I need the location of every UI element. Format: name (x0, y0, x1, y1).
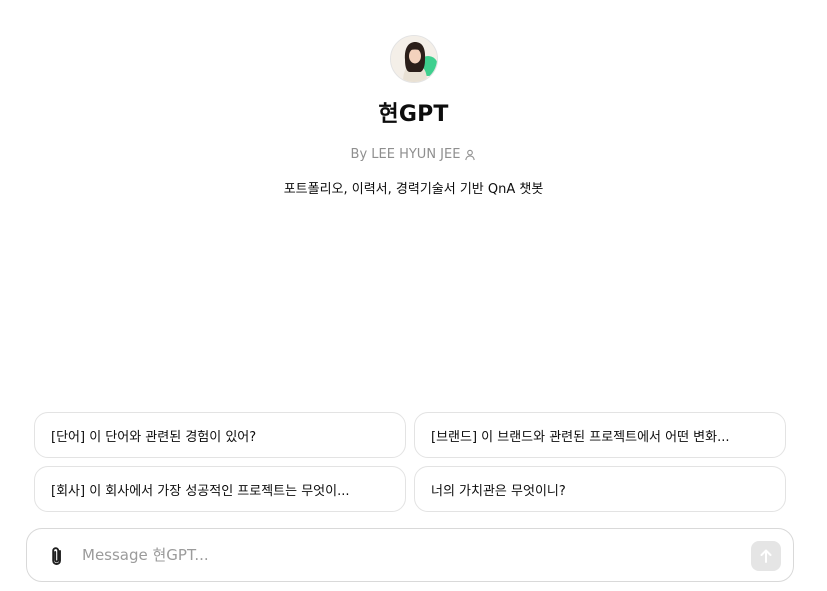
conversation-starter[interactable]: 너의 가치관은 무엇이니? (414, 466, 786, 512)
gpt-description: 포트폴리오, 이력서, 경력기술서 기반 QnA 챗봇 (283, 182, 544, 197)
starter-text: 너의 가치관은 무엇이니? (431, 483, 566, 499)
paperclip-icon[interactable] (45, 544, 69, 568)
arrow-up-icon (760, 549, 772, 563)
gpt-avatar (390, 35, 438, 83)
conversation-starter[interactable]: [회사] 이 회사에서 가장 성공적인 프로젝트는 무엇이... (34, 466, 406, 512)
conversation-starter[interactable]: [단어] 이 단어와 관련된 경험이 있어? (34, 412, 406, 458)
gpt-landing: 현GPT By LEE HYUN JEE 포트폴리오, 이력서, 경력기술서 기… (0, 0, 827, 591)
author-line[interactable]: By LEE HYUN JEE (0, 147, 827, 162)
author-name[interactable]: By LEE HYUN JEE (351, 147, 461, 162)
starter-text: [단어] 이 단어와 관련된 경험이 있어? (51, 429, 257, 445)
send-button[interactable] (751, 541, 781, 571)
gpt-title: 현GPT (378, 102, 449, 127)
message-composer (26, 528, 794, 582)
conversation-starter[interactable]: [브랜드] 이 브랜드와 관련된 프로젝트에서 어떤 변화... (414, 412, 786, 458)
person-icon (464, 149, 476, 161)
message-input[interactable] (82, 541, 682, 569)
starter-text: [브랜드] 이 브랜드와 관련된 프로젝트에서 어떤 변화... (431, 429, 730, 445)
starter-text: [회사] 이 회사에서 가장 성공적인 프로젝트는 무엇이... (51, 483, 350, 499)
